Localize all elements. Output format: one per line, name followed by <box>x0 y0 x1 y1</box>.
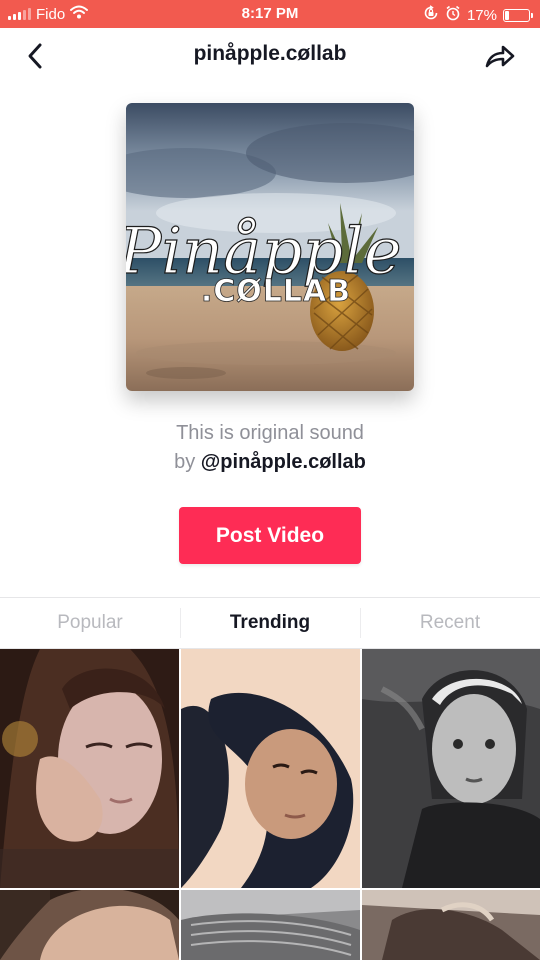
video-thumbnail[interactable] <box>181 649 360 888</box>
sound-cover-image[interactable]: Pinåpple .CØLLAB <box>126 103 414 391</box>
battery-percent: 17% <box>466 6 497 24</box>
share-arrow-icon <box>485 45 515 68</box>
page-title: pinåpple.cøllab <box>193 42 347 65</box>
video-thumbnail[interactable] <box>362 649 540 888</box>
status-bar-right: 17% <box>423 5 533 25</box>
tab-trending[interactable]: Trending <box>180 598 360 648</box>
sound-description: This is original sound <box>176 422 364 444</box>
video-thumbnail[interactable] <box>0 649 179 888</box>
alarm-icon <box>445 5 461 25</box>
tab-popular[interactable]: Popular <box>0 598 180 648</box>
video-thumbnail[interactable] <box>181 890 360 960</box>
video-thumbnail[interactable] <box>362 890 540 960</box>
orientation-lock-icon <box>423 5 439 25</box>
chevron-left-icon <box>28 43 42 69</box>
video-tabs: Popular Trending Recent <box>0 597 540 649</box>
sound-by-prefix: by <box>174 451 201 473</box>
header: pinåpple.cøllab <box>0 28 540 84</box>
sound-author-line: by @pinåpple.cøllab <box>0 448 540 477</box>
battery-icon <box>503 8 533 22</box>
share-button[interactable] <box>482 40 518 72</box>
sound-author-link[interactable]: @pinåpple.cøllab <box>201 451 366 473</box>
cover-logo-caps: .CØLLAB <box>201 274 351 309</box>
post-video-button[interactable]: Post Video <box>179 507 361 564</box>
back-button[interactable] <box>20 40 50 72</box>
tab-recent[interactable]: Recent <box>360 598 540 648</box>
video-thumbnail[interactable] <box>0 890 179 960</box>
status-bar: Fido 8:17 PM 17% <box>0 0 540 28</box>
video-grid <box>0 649 540 960</box>
